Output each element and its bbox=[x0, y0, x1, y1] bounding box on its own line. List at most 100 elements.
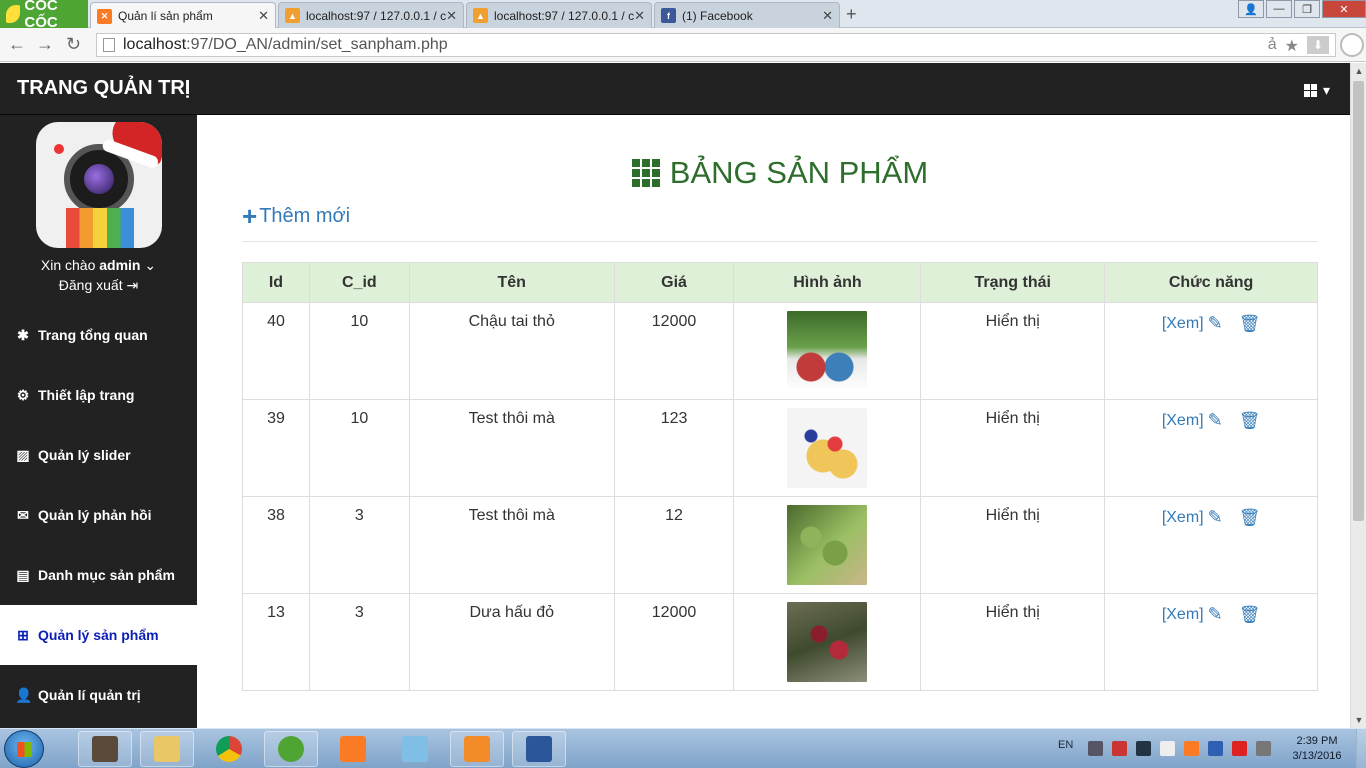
column-header: Giá bbox=[613, 262, 735, 303]
taskbar-app-coccoc[interactable] bbox=[264, 731, 318, 767]
tab-close-icon[interactable]: ✕ bbox=[258, 8, 269, 24]
tab-close-icon[interactable]: ✕ bbox=[822, 8, 833, 24]
word-icon bbox=[526, 736, 552, 762]
window-close-button[interactable]: ✕ bbox=[1322, 0, 1366, 18]
scroll-down-icon[interactable]: ▼ bbox=[1351, 712, 1366, 728]
cog-icon: ⚙ bbox=[16, 386, 30, 403]
add-new-label: Thêm mới bbox=[259, 204, 351, 227]
sidebar-item-settings[interactable]: ⚙ Thiết lập trang bbox=[0, 365, 197, 425]
profile-icon[interactable]: 👤 bbox=[1238, 0, 1264, 18]
pencil-icon[interactable]: ✎ bbox=[1208, 313, 1223, 334]
view-link[interactable]: [Xem] bbox=[1162, 315, 1204, 333]
taskbar-app-sublime[interactable] bbox=[78, 731, 132, 767]
sidebar-item-label: Quản lý sản phẩm bbox=[38, 627, 159, 643]
avatar bbox=[36, 122, 162, 248]
chevron-down-icon: ⌄ bbox=[144, 257, 157, 273]
tab-close-icon[interactable]: ✕ bbox=[446, 8, 457, 24]
url-input[interactable]: localhost:97/DO_AN/admin/set_sanpham.php… bbox=[96, 33, 1336, 57]
cell-status: Hiển thị bbox=[920, 593, 1106, 691]
taskbar-app-chrome[interactable] bbox=[202, 731, 256, 767]
cell-image bbox=[733, 593, 922, 691]
page-scrollbar[interactable]: ▲ ▼ bbox=[1350, 63, 1366, 728]
coccoc-menu-button[interactable]: CỐC CỐC bbox=[0, 0, 88, 31]
grid-menu-dropdown[interactable]: ▾ bbox=[1303, 82, 1330, 99]
skype-s-icon[interactable] bbox=[1136, 741, 1151, 756]
pencil-icon[interactable]: ✎ bbox=[1208, 604, 1223, 625]
product-thumbnail bbox=[787, 408, 868, 488]
taskbar-app-xampp[interactable] bbox=[326, 731, 380, 767]
sidebar: Xin chào admin ⌄ Đăng xuất ⇥ ✱ Trang tổn… bbox=[0, 115, 197, 728]
divider bbox=[242, 241, 1318, 242]
start-button[interactable] bbox=[4, 730, 44, 768]
coccoc-logo-icon bbox=[6, 5, 21, 23]
shield-icon[interactable] bbox=[1208, 741, 1223, 756]
star-icon[interactable]: ★ bbox=[1285, 36, 1299, 56]
view-link[interactable]: [Xem] bbox=[1162, 509, 1204, 527]
sidebar-item-label: Trang tổng quan bbox=[38, 327, 148, 343]
column-header: Tên bbox=[408, 262, 615, 303]
phpmyadmin-icon: ▲ bbox=[285, 8, 300, 23]
taskbar-app-notepad[interactable] bbox=[388, 731, 442, 767]
cell-actions: [Xem] ✎ 🗑 bbox=[1104, 593, 1318, 691]
new-tab-button[interactable]: + bbox=[846, 4, 857, 25]
tab-phpmyadmin-1[interactable]: ▲ localhost:97 / 127.0.0.1 / c ✕ bbox=[278, 2, 464, 28]
sidebar-item-products[interactable]: ⊞ Quản lý sản phẩm bbox=[0, 605, 197, 665]
restore-button[interactable]: ❐ bbox=[1294, 0, 1320, 18]
trash-icon[interactable]: 🗑 bbox=[1239, 605, 1261, 625]
trash-icon[interactable]: 🗑 bbox=[1239, 314, 1261, 334]
antivirus-icon[interactable] bbox=[1112, 741, 1127, 756]
cell-price: 12000 bbox=[613, 302, 735, 400]
pencil-icon[interactable]: ✎ bbox=[1208, 507, 1223, 528]
cell-image bbox=[733, 302, 922, 400]
tab-facebook[interactable]: f (1) Facebook ✕ bbox=[654, 2, 840, 28]
view-link[interactable]: [Xem] bbox=[1162, 606, 1204, 624]
pencil-icon[interactable]: ✎ bbox=[1208, 410, 1223, 431]
add-new-link[interactable]: + Thêm mới bbox=[242, 203, 350, 229]
view-link[interactable]: [Xem] bbox=[1162, 412, 1204, 430]
xampp-tray-icon[interactable] bbox=[1184, 741, 1199, 756]
th-icon bbox=[631, 159, 660, 187]
trash-icon[interactable]: 🗑 bbox=[1239, 411, 1261, 431]
sidebar-item-feedback[interactable]: ✉ Quản lý phản hồi bbox=[0, 485, 197, 545]
column-header: Hình ảnh bbox=[733, 262, 922, 303]
page-title-text: BẢNG SẢN PHẨM bbox=[669, 155, 929, 190]
show-desktop-button[interactable] bbox=[1356, 729, 1366, 768]
usb-icon[interactable] bbox=[1088, 741, 1103, 756]
translate-icon[interactable]: ả bbox=[1268, 36, 1277, 56]
cell-name: Test thôi mà bbox=[408, 496, 615, 594]
sidebar-item-slider[interactable]: ▨ Quản lý slider bbox=[0, 425, 197, 485]
tab-quan-li-san-pham[interactable]: ✕ Quản lí sản phẩm ✕ bbox=[90, 2, 276, 29]
sidebar-item-dashboard[interactable]: ✱ Trang tổng quan bbox=[0, 305, 197, 365]
forward-button[interactable]: → bbox=[36, 34, 54, 55]
trash-icon[interactable]: 🗑 bbox=[1239, 508, 1261, 528]
site-title[interactable]: TRANG QUẢN TRỊ bbox=[17, 77, 190, 100]
sidebar-item-label: Thiết lập trang bbox=[38, 387, 135, 403]
taskbar-app-explorer[interactable] bbox=[140, 731, 194, 767]
greeting-prefix: Xin chào bbox=[40, 257, 100, 273]
language-indicator[interactable]: EN bbox=[1058, 739, 1073, 751]
browser-menu-icon[interactable] bbox=[1340, 33, 1364, 57]
logout-link[interactable]: Đăng xuất ⇥ bbox=[0, 277, 197, 294]
scrollbar-thumb[interactable] bbox=[1353, 81, 1364, 521]
th-large-icon bbox=[1303, 84, 1317, 97]
plus-icon: + bbox=[242, 201, 258, 231]
download-icon[interactable]: ⬇ bbox=[1307, 36, 1329, 54]
network-icon[interactable] bbox=[1256, 741, 1271, 756]
vietkey-icon[interactable] bbox=[1232, 741, 1247, 756]
tab-title: (1) Facebook bbox=[682, 8, 753, 23]
cell-name: Dưa hấu đỏ bbox=[408, 593, 615, 691]
action-center-flag-icon[interactable] bbox=[1160, 741, 1175, 756]
tab-close-icon[interactable]: ✕ bbox=[634, 8, 645, 24]
camera-stripes bbox=[66, 208, 134, 248]
clock[interactable]: 2:39 PM 3/13/2016 bbox=[1284, 734, 1350, 764]
scroll-up-icon[interactable]: ▲ bbox=[1351, 63, 1366, 79]
minimize-button[interactable]: — bbox=[1266, 0, 1292, 18]
sidebar-item-admins[interactable]: 👤 Quản lí quản trị bbox=[0, 665, 197, 725]
sidebar-item-categories[interactable]: ▤ Danh mục sản phẩm bbox=[0, 545, 197, 605]
tab-phpmyadmin-2[interactable]: ▲ localhost:97 / 127.0.0.1 / c ✕ bbox=[466, 2, 652, 28]
reload-button[interactable]: ↻ bbox=[66, 34, 81, 55]
greeting[interactable]: Xin chào admin ⌄ bbox=[0, 257, 197, 274]
back-button[interactable]: ← bbox=[8, 34, 26, 55]
taskbar-app-media[interactable] bbox=[450, 731, 504, 767]
taskbar-app-word[interactable] bbox=[512, 731, 566, 767]
